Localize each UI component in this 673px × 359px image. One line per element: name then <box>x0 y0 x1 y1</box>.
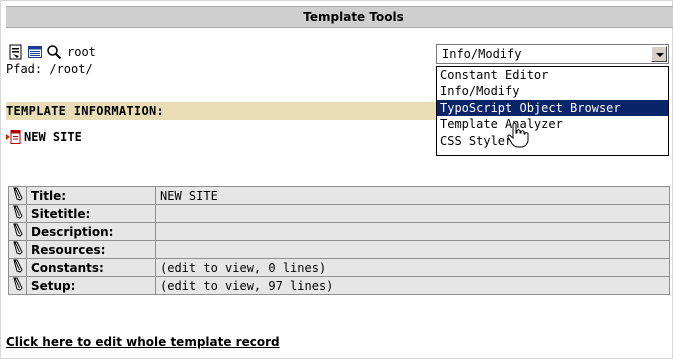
chevron-down-icon[interactable] <box>651 46 667 62</box>
dropdown-option-info-modify[interactable]: Info/Modify <box>437 83 668 99</box>
table-row: Setup: (edit to view, 97 lines) <box>8 276 670 295</box>
edit-pencil-icon[interactable] <box>8 258 27 277</box>
table-row: Resources: <box>8 240 670 259</box>
row-label: Description: <box>26 222 156 241</box>
row-label: Setup: <box>26 276 156 295</box>
toolbar: root <box>8 43 96 61</box>
edit-pencil-icon[interactable] <box>8 222 27 241</box>
dropdown-option-constant-editor[interactable]: Constant Editor <box>437 67 668 83</box>
hand-cursor-icon <box>507 122 529 148</box>
module-select-value: Info/Modify <box>442 47 522 61</box>
site-entry[interactable]: NEW SITE <box>6 129 82 145</box>
table-row: Constants: (edit to view, 0 lines) <box>8 258 670 277</box>
dropdown-option-typoscript-object-browser[interactable]: TypoScript Object Browser <box>437 99 668 117</box>
edit-template-record-link[interactable]: Click here to edit whole template record <box>6 335 280 349</box>
row-value: (edit to view, 97 lines) <box>155 276 670 295</box>
row-value <box>155 204 670 223</box>
template-info-heading-bar: TEMPLATE INFORMATION: <box>6 102 436 120</box>
site-name: NEW SITE <box>24 130 82 144</box>
row-value <box>155 222 670 241</box>
row-label: Sitetitle: <box>26 204 156 223</box>
template-page-icon[interactable] <box>6 129 22 145</box>
edit-pencil-icon[interactable] <box>8 276 27 295</box>
page-edit-icon[interactable] <box>8 44 24 60</box>
template-info-table: Title: NEW SITE Sitetitle: Description: … <box>8 186 670 295</box>
title-bar: Template Tools <box>6 6 673 28</box>
row-value <box>155 240 670 259</box>
row-label: Title: <box>26 186 156 205</box>
table-row: Description: <box>8 222 670 241</box>
path-text: Pfad: /root/ <box>6 62 93 76</box>
search-icon[interactable] <box>46 44 62 60</box>
table-row: Sitetitle: <box>8 204 670 223</box>
template-info-heading: TEMPLATE INFORMATION: <box>6 104 165 118</box>
root-label: root <box>67 45 96 59</box>
row-label: Constants: <box>26 258 156 277</box>
dropdown-option-template-analyzer[interactable]: Template Analyzer <box>437 116 668 132</box>
window-title: Template Tools <box>303 10 404 24</box>
row-value: NEW SITE <box>155 186 670 205</box>
module-select[interactable]: Info/Modify <box>436 44 669 64</box>
row-value: (edit to view, 0 lines) <box>155 258 670 277</box>
row-label: Resources: <box>26 240 156 259</box>
edit-pencil-icon[interactable] <box>8 240 27 259</box>
list-view-icon[interactable] <box>27 44 43 60</box>
table-row: Title: NEW SITE <box>8 186 670 205</box>
edit-pencil-icon[interactable] <box>8 204 27 223</box>
module-dropdown-list: Constant Editor Info/Modify TypoScript O… <box>436 66 669 156</box>
dropdown-option-css-styler[interactable]: CSS Styler <box>437 133 668 149</box>
edit-pencil-icon[interactable] <box>8 186 27 205</box>
